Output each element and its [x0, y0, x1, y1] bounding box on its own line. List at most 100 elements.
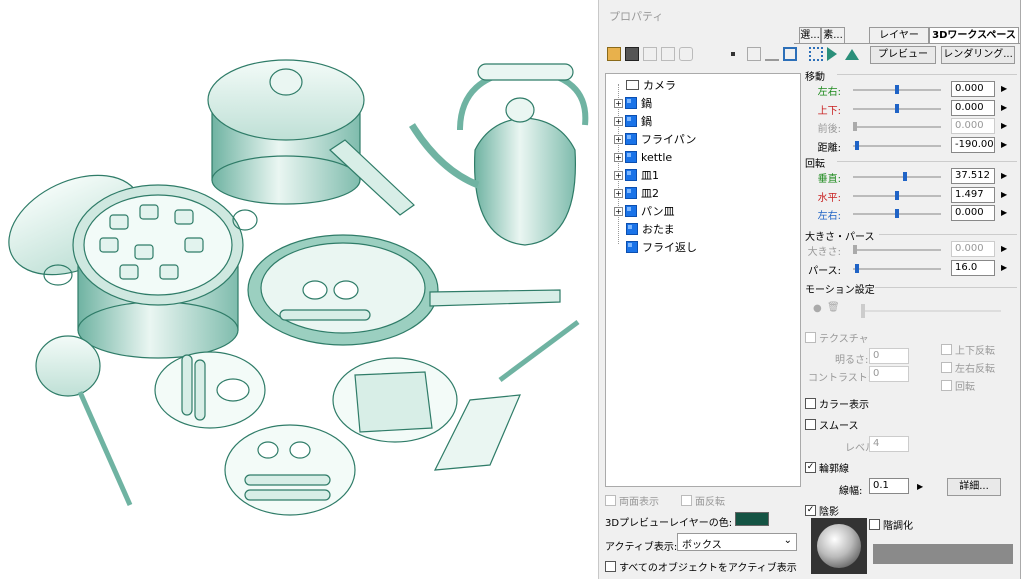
rotate-value-field[interactable]: 1.497: [951, 186, 995, 203]
move-slider[interactable]: [853, 122, 941, 131]
tree-item-pot-1[interactable]: + 鍋: [614, 95, 652, 111]
slider-thumb[interactable]: [895, 209, 899, 218]
copy-icon[interactable]: [643, 47, 657, 61]
flip-face-checkbox[interactable]: 面反転: [681, 493, 725, 508]
preview-button[interactable]: プレビュー: [870, 46, 936, 64]
flip-horizontal-checkbox[interactable]: 左右反転: [941, 360, 995, 375]
move-slider[interactable]: [853, 140, 941, 150]
smooth-checkbox[interactable]: スムース: [805, 417, 859, 432]
rotate-row-label: 水平:: [817, 192, 841, 204]
rotate-slider[interactable]: [853, 172, 941, 181]
tree-item-ladle[interactable]: おたま: [626, 221, 675, 237]
arrow-right-icon[interactable]: ▶: [1001, 244, 1007, 253]
move-row-label: 距離:: [817, 142, 841, 154]
slider-thumb[interactable]: [895, 103, 899, 113]
shade-color-bar[interactable]: [873, 544, 1013, 564]
slider-thumb[interactable]: [854, 264, 859, 273]
flip-vertical-checkbox[interactable]: 上下反転: [941, 342, 995, 357]
play-icon[interactable]: [827, 47, 837, 61]
expand-icon[interactable]: +: [614, 134, 623, 144]
move-slider[interactable]: [853, 103, 941, 113]
rotate-value-field[interactable]: 0.000: [951, 205, 995, 221]
arrow-right-icon[interactable]: ▶: [1001, 263, 1007, 272]
tree-item-spatula[interactable]: フライ返し: [626, 239, 697, 255]
level-field[interactable]: 4: [869, 436, 909, 452]
paste-icon[interactable]: [661, 47, 675, 61]
rotate-checkbox[interactable]: 回転: [941, 378, 975, 393]
arrow-right-icon[interactable]: ▶: [1001, 171, 1007, 180]
move-value-field[interactable]: 0.000: [951, 118, 995, 134]
checkbox-label: 両面表示: [619, 497, 659, 508]
posterize-checkbox[interactable]: 階調化: [869, 517, 913, 532]
arrow-right-icon[interactable]: ▶: [1001, 84, 1007, 93]
checkbox-label: 面反転: [695, 497, 725, 508]
arrow-right-icon[interactable]: ▶: [917, 482, 923, 491]
line-width-field[interactable]: 0.1 mm: [869, 478, 909, 494]
page-icon[interactable]: [747, 47, 761, 61]
tree-item-camera[interactable]: カメラ: [626, 77, 676, 93]
size-slider[interactable]: [853, 245, 941, 254]
tree-item-bread-plate[interactable]: + パン皿: [614, 203, 675, 219]
point-icon[interactable]: [731, 52, 735, 56]
outline-checkbox[interactable]: ✓ 輪郭線: [805, 460, 849, 475]
floor-icon[interactable]: [845, 49, 859, 60]
slider-thumb[interactable]: [895, 190, 899, 200]
tree-item-pot-2[interactable]: + 鍋: [614, 113, 652, 129]
size-value-field[interactable]: 16.0: [951, 260, 995, 276]
render-button[interactable]: レンダリング...: [941, 46, 1015, 64]
rotate-value-field[interactable]: 37.512: [951, 168, 995, 184]
slider-thumb[interactable]: [854, 140, 859, 150]
tree-item-plate-1[interactable]: + 皿1: [614, 167, 659, 183]
slider-thumb[interactable]: [853, 122, 857, 131]
tab-select[interactable]: 選...: [799, 27, 821, 44]
move-value-field[interactable]: -190.000: [951, 136, 995, 153]
tab-3d-workspace[interactable]: 3Dワークスペース: [929, 27, 1019, 44]
arrow-right-icon[interactable]: ▶: [1001, 121, 1007, 130]
tab-layer[interactable]: レイヤー: [869, 27, 929, 44]
open-icon[interactable]: [607, 47, 621, 61]
brightness-field[interactable]: 0: [869, 348, 909, 364]
expand-icon[interactable]: +: [614, 152, 623, 162]
arrow-right-icon[interactable]: ▶: [1001, 103, 1007, 112]
move-value-field[interactable]: 0.000: [951, 81, 995, 97]
slider-thumb[interactable]: [853, 245, 857, 254]
layer-color-swatch[interactable]: [735, 512, 769, 526]
grid-icon[interactable]: [783, 47, 797, 61]
arrow-right-icon[interactable]: ▶: [1001, 190, 1007, 199]
expand-icon[interactable]: +: [614, 188, 623, 198]
arrow-right-icon[interactable]: ▶: [1001, 140, 1007, 149]
motion-trash-icon: 🗑: [827, 302, 840, 313]
grid-dotted-icon[interactable]: [809, 47, 823, 61]
move-value-field[interactable]: 0.000: [951, 99, 995, 116]
save-icon[interactable]: [625, 47, 639, 61]
tree-item-frying-pan[interactable]: + フライパン: [614, 131, 696, 147]
rotate-slider[interactable]: [853, 209, 941, 218]
rotate-slider[interactable]: [853, 190, 941, 200]
active-display-select[interactable]: ボックス ⌄: [677, 533, 797, 551]
move-slider[interactable]: [853, 85, 941, 94]
contrast-field[interactable]: 0: [869, 366, 909, 382]
tree-item-plate-2[interactable]: + 皿2: [614, 185, 659, 201]
size-value-field[interactable]: 0.000: [951, 241, 995, 257]
tree-item-kettle[interactable]: + kettle: [614, 149, 672, 165]
expand-icon[interactable]: +: [614, 116, 623, 126]
double-side-checkbox[interactable]: 両面表示: [605, 493, 659, 508]
color-display-checkbox[interactable]: カラー表示: [805, 396, 869, 411]
slider-thumb[interactable]: [895, 85, 899, 94]
slider-thumb[interactable]: [903, 172, 908, 181]
tree-item-label: パン皿: [641, 205, 675, 218]
expand-icon[interactable]: +: [614, 170, 623, 180]
object-tree[interactable]: カメラ + 鍋 + 鍋 + フライパン + kettle + 皿1 + 皿2 + パン皿 おた…: [605, 73, 801, 487]
arrow-right-icon[interactable]: ▶: [1001, 208, 1007, 217]
import-icon[interactable]: [765, 47, 779, 61]
shadow-checkbox[interactable]: ✓ 陰影: [805, 503, 839, 518]
3d-preview-canvas[interactable]: [0, 0, 598, 579]
size-slider[interactable]: [853, 264, 941, 273]
expand-icon[interactable]: +: [614, 206, 623, 216]
texture-checkbox[interactable]: テクスチャ: [805, 330, 869, 345]
expand-icon[interactable]: +: [614, 98, 623, 108]
delete-icon[interactable]: [679, 47, 693, 61]
tab-material[interactable]: 素...: [821, 27, 845, 44]
all-active-checkbox[interactable]: すべてのオブジェクトをアクティブ表示: [605, 559, 797, 574]
detail-button[interactable]: 詳細...: [947, 478, 1001, 496]
